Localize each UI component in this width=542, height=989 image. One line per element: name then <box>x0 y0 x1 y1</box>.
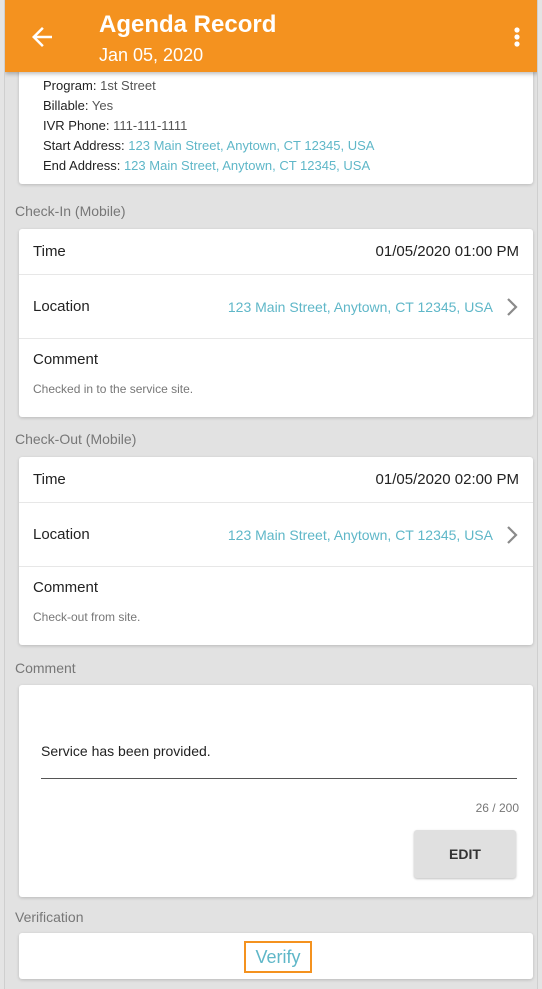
arrow-left-icon <box>32 27 52 47</box>
billable-value: Yes <box>91 98 114 113</box>
start-address-label: Start Address: <box>43 138 125 153</box>
start-address-row: Start Address: 123 Main Street, Anytown,… <box>43 136 509 156</box>
back-button[interactable] <box>27 22 57 52</box>
billable-label: Billable: <box>43 98 89 113</box>
ivr-phone-label: IVR Phone: <box>43 118 110 133</box>
character-counter: 26 / 200 <box>475 801 519 815</box>
program-label: Program: <box>43 78 97 93</box>
comment-section-label: Comment <box>15 660 76 676</box>
verify-button[interactable]: Verify <box>244 941 312 973</box>
checkin-location-label: Location <box>33 298 90 315</box>
app-screen: Agenda Record Jan 05, 2020 Program: 1st … <box>4 0 538 989</box>
checkin-card: Time 01/05/2020 01:00 PM Location 123 Ma… <box>19 229 533 417</box>
checkin-location-value: 123 Main Street, Anytown, CT 12345, USA <box>227 298 493 315</box>
overflow-menu-button[interactable] <box>505 22 529 52</box>
program-row: Program: 1st Street <box>43 76 509 96</box>
billable-row: Billable: Yes <box>43 96 509 116</box>
checkin-comment-block: Comment Checked in to the service site. <box>19 339 533 408</box>
end-address-link[interactable]: 123 Main Street, Anytown, CT 12345, USA <box>124 158 370 173</box>
start-address-link[interactable]: 123 Main Street, Anytown, CT 12345, USA <box>128 138 374 153</box>
edit-button[interactable]: EDIT <box>414 830 516 878</box>
verification-card: Verify <box>19 933 533 979</box>
checkout-comment-label: Comment <box>33 579 99 596</box>
app-bar: Agenda Record Jan 05, 2020 <box>5 0 537 72</box>
chevron-right-icon <box>507 297 518 316</box>
checkin-comment-label: Comment <box>33 351 99 368</box>
checkout-time-label: Time <box>33 471 66 488</box>
more-vert-icon <box>514 27 520 47</box>
comment-input[interactable]: Service has been provided. <box>41 743 211 759</box>
checkin-comment-text: Checked in to the service site. <box>33 382 194 396</box>
checkin-time-row: Time 01/05/2020 01:00 PM <box>19 229 533 275</box>
comment-card: Service has been provided. 26 / 200 EDIT <box>19 685 533 897</box>
ivr-phone-row: IVR Phone: 111-111-1111 <box>43 116 509 136</box>
checkout-card: Time 01/05/2020 02:00 PM Location 123 Ma… <box>19 457 533 645</box>
checkout-comment-text: Check-out from site. <box>33 610 141 624</box>
page-subtitle-date: Jan 05, 2020 <box>99 45 204 65</box>
chevron-right-icon <box>507 525 518 544</box>
checkin-section-label: Check-In (Mobile) <box>15 203 126 219</box>
comment-input-underline <box>41 778 517 779</box>
end-address-label: End Address: <box>43 158 121 173</box>
ivr-phone-value: 111-111-1111 <box>113 118 188 133</box>
checkout-location-value: 123 Main Street, Anytown, CT 12345, USA <box>227 526 493 543</box>
checkin-time-value: 01/05/2020 01:00 PM <box>375 243 519 260</box>
checkout-section-label: Check-Out (Mobile) <box>15 431 137 447</box>
record-summary-card: Program: 1st Street Billable: Yes IVR Ph… <box>19 66 533 184</box>
checkout-location-label: Location <box>33 526 90 543</box>
end-address-row: End Address: 123 Main Street, Anytown, C… <box>43 156 509 176</box>
page-title: Agenda Record <box>99 11 277 38</box>
program-value: 1st Street <box>100 78 156 93</box>
checkout-time-row: Time 01/05/2020 02:00 PM <box>19 457 533 503</box>
verification-section-label: Verification <box>15 909 84 925</box>
checkin-location-row[interactable]: Location 123 Main Street, Anytown, CT 12… <box>19 275 533 339</box>
checkout-comment-block: Comment Check-out from site. <box>19 567 533 636</box>
checkout-location-row[interactable]: Location 123 Main Street, Anytown, CT 12… <box>19 503 533 567</box>
checkin-time-label: Time <box>33 243 66 260</box>
checkout-time-value: 01/05/2020 02:00 PM <box>375 471 519 488</box>
